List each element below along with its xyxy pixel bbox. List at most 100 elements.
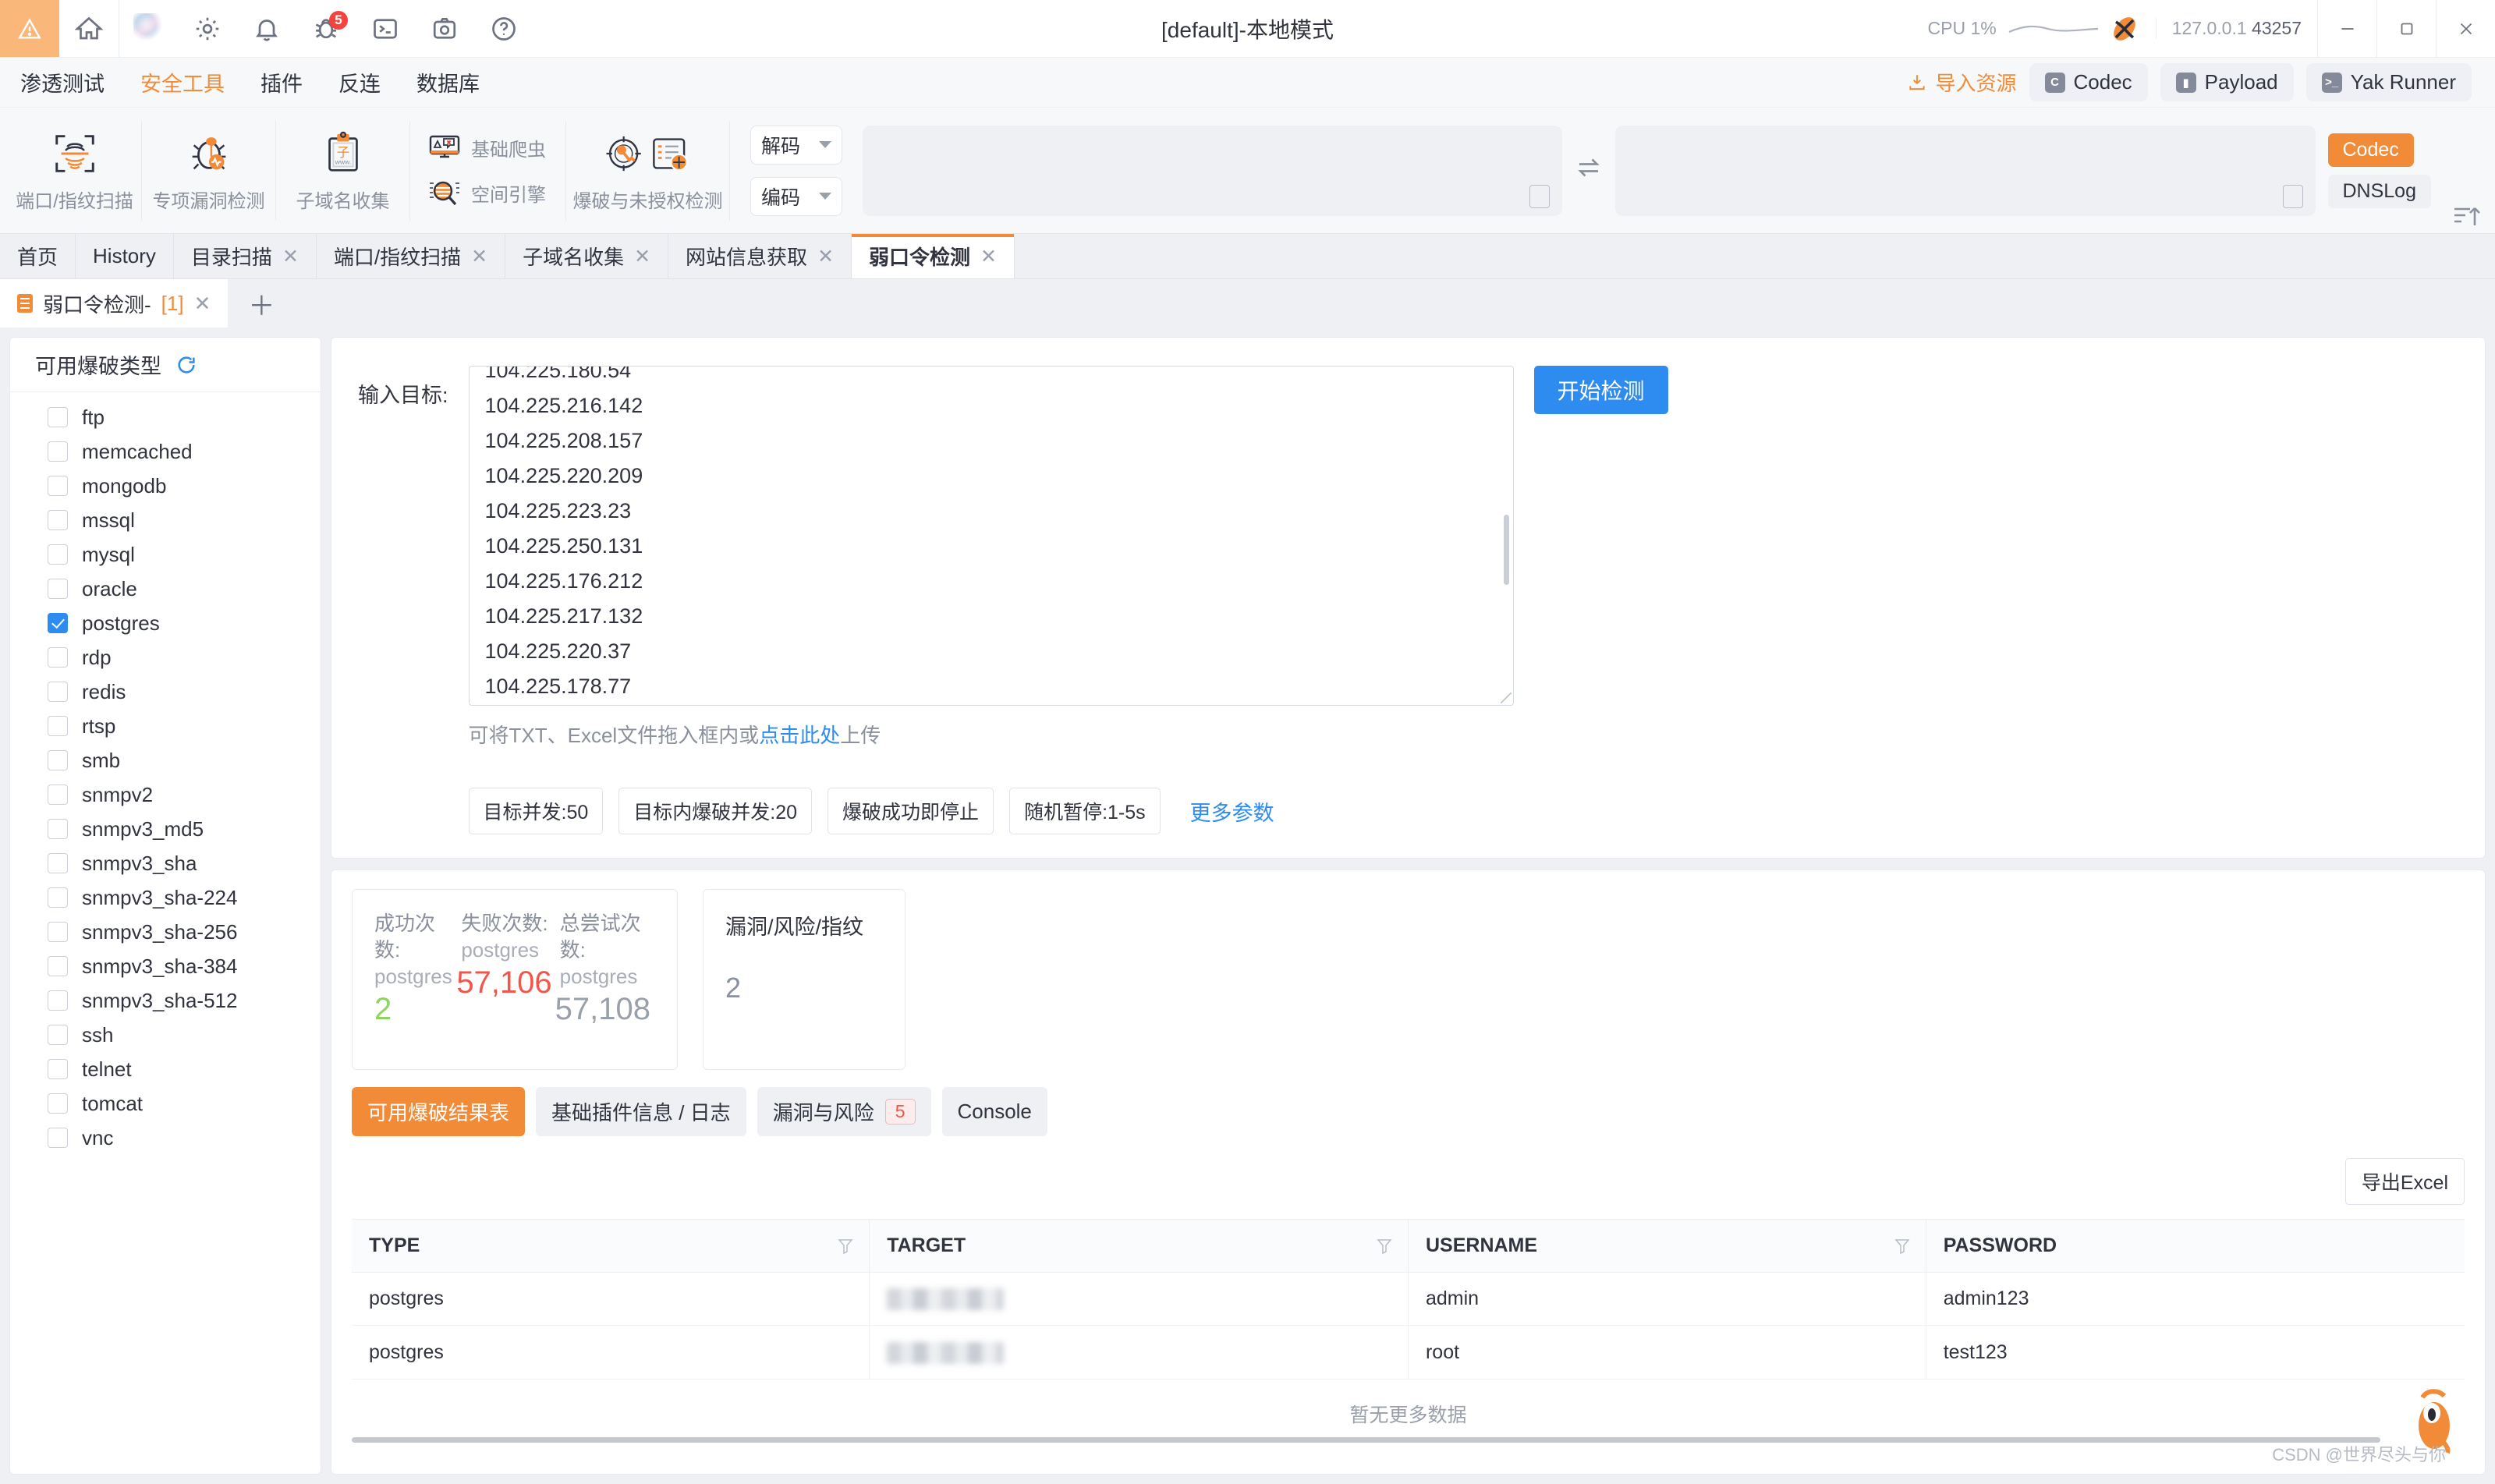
close-icon[interactable]: ✕ — [471, 245, 487, 268]
checkbox-telnet[interactable] — [48, 1059, 68, 1079]
import-resource-button[interactable]: 导入资源 — [1907, 68, 2017, 97]
brute-type-item[interactable]: snmpv3_sha-256 — [48, 915, 321, 949]
checkbox-snmpv3_sha-224[interactable] — [48, 887, 68, 908]
tool-space-engine[interactable]: 空间引擎 — [427, 176, 565, 211]
brute-type-item[interactable]: rtsp — [48, 709, 321, 743]
help-icon[interactable] — [474, 0, 533, 57]
column-header-password[interactable]: PASSWORD — [1926, 1219, 2465, 1273]
checkbox-ftp[interactable] — [48, 407, 68, 427]
refresh-icon[interactable] — [175, 354, 197, 376]
filter-icon[interactable] — [1894, 1238, 1910, 1255]
bug-icon[interactable]: 5 — [296, 0, 356, 57]
upload-link[interactable]: 点击此处 — [759, 724, 840, 747]
checkbox-rtsp[interactable] — [48, 716, 68, 736]
checkbox-snmpv3_sha-256[interactable] — [48, 922, 68, 942]
tab-history[interactable]: History — [76, 234, 174, 278]
param-target-concurrency[interactable]: 目标并发:50 — [468, 788, 604, 834]
home-icon[interactable] — [59, 0, 119, 57]
close-icon[interactable]: ✕ — [194, 292, 211, 316]
brute-type-item[interactable]: snmpv3_sha-224 — [48, 880, 321, 915]
menu-item-reverse[interactable]: 反连 — [338, 67, 381, 97]
result-tab-console[interactable]: Console — [941, 1087, 1047, 1136]
swap-icon[interactable] — [1575, 154, 1603, 187]
brute-type-item[interactable]: ssh — [48, 1018, 321, 1052]
brute-type-item[interactable]: postgres — [48, 606, 321, 640]
codec-input-box[interactable] — [863, 125, 1563, 216]
codec-button[interactable]: C Codec — [2029, 63, 2148, 101]
terminal-icon[interactable] — [356, 0, 415, 57]
checkbox-rdp[interactable] — [48, 647, 68, 668]
checkbox-oracle[interactable] — [48, 579, 68, 599]
brute-type-item[interactable]: ftp — [48, 400, 321, 434]
decode-select[interactable]: 解码 — [750, 125, 842, 165]
close-icon[interactable]: ✕ — [817, 245, 834, 268]
brute-type-item[interactable]: telnet — [48, 1052, 321, 1086]
horizontal-scrollbar[interactable] — [352, 1436, 2380, 1443]
brute-type-item[interactable]: mysql — [48, 537, 321, 572]
checkbox-vnc[interactable] — [48, 1128, 68, 1148]
warning-icon[interactable] — [0, 0, 59, 57]
sort-up-icon[interactable] — [2450, 199, 2484, 233]
brute-type-item[interactable]: mssql — [48, 503, 321, 537]
brute-type-item[interactable]: oracle — [48, 572, 321, 606]
brute-type-item[interactable]: snmpv3_sha-384 — [48, 949, 321, 983]
tab-subdomain-collect[interactable]: 子域名收集 ✕ — [505, 234, 669, 278]
tag-codec[interactable]: Codec — [2327, 133, 2414, 167]
checkbox-mysql[interactable] — [48, 544, 68, 565]
brute-type-item[interactable]: tomcat — [48, 1086, 321, 1121]
avatar-icon[interactable] — [119, 0, 178, 57]
brute-type-item[interactable]: snmpv3_sha-512 — [48, 983, 321, 1018]
checkbox-snmpv3_md5[interactable] — [48, 819, 68, 839]
tab-home[interactable]: 首页 — [0, 234, 76, 278]
subtab-weak-password-1[interactable]: 弱口令检测- [1] ✕ — [0, 279, 229, 328]
textarea-scrollbar[interactable] — [1503, 515, 1509, 585]
column-header-username[interactable]: USERNAME — [1408, 1219, 1926, 1273]
checkbox-snmpv3_sha-384[interactable] — [48, 956, 68, 976]
checkbox-snmpv3_sha[interactable] — [48, 853, 68, 873]
checkbox-tomcat[interactable] — [48, 1093, 68, 1114]
tool-brute-unauth-detect[interactable]: 爆破与未授权检测 — [566, 120, 730, 221]
brute-type-item[interactable]: snmpv2 — [48, 777, 321, 812]
target-input-textarea[interactable]: 104.225.180.54 104.225.216.142 104.225.208… — [468, 366, 1514, 706]
brute-type-item[interactable]: vnc — [48, 1121, 321, 1155]
brute-type-item[interactable]: rdp — [48, 640, 321, 675]
codec-output-box[interactable] — [1615, 125, 2316, 216]
checkbox-mongodb[interactable] — [48, 476, 68, 496]
brute-type-item[interactable]: smb — [48, 743, 321, 777]
menu-item-plugins[interactable]: 插件 — [260, 67, 303, 97]
table-row[interactable]: postgres admin admin123 — [352, 1272, 2465, 1326]
menu-item-security-tools[interactable]: 安全工具 — [140, 67, 225, 97]
param-inner-concurrency[interactable]: 目标内爆破并发:20 — [618, 788, 813, 834]
add-subtab-button[interactable]: ＋ — [228, 279, 295, 328]
brute-type-item[interactable]: snmpv3_sha — [48, 846, 321, 880]
brute-type-item[interactable]: mongodb — [48, 469, 321, 503]
gear-icon[interactable] — [178, 0, 237, 57]
tab-port-fingerprint-scan[interactable]: 端口/指纹扫描 ✕ — [317, 234, 506, 278]
brute-type-item[interactable]: redis — [48, 675, 321, 709]
tab-site-info[interactable]: 网站信息获取 ✕ — [668, 234, 852, 278]
checkbox-mssql[interactable] — [48, 510, 68, 530]
brute-type-item[interactable]: snmpv3_md5 — [48, 812, 321, 846]
checkbox-snmpv3_sha-512[interactable] — [48, 990, 68, 1011]
copy-icon[interactable] — [1529, 184, 1551, 208]
column-header-target[interactable]: TARGET — [869, 1219, 1409, 1273]
param-stop-on-success[interactable]: 爆破成功即停止 — [828, 788, 994, 834]
checkbox-redis[interactable] — [48, 682, 68, 702]
payload-button[interactable]: ▮ Payload — [2160, 63, 2294, 101]
table-row[interactable]: postgres root test123 — [352, 1325, 2465, 1380]
more-params-link[interactable]: 更多参数 — [1190, 796, 1274, 827]
close-icon[interactable]: ✕ — [282, 245, 299, 268]
encode-select[interactable]: 编码 — [750, 176, 842, 216]
tool-port-fingerprint-scan[interactable]: 端口/指纹扫描 — [8, 120, 142, 221]
tool-basic-crawler[interactable]: 基础爬虫 — [427, 131, 565, 165]
maximize-button[interactable] — [2376, 0, 2436, 58]
menu-item-pentest[interactable]: 渗透测试 — [20, 67, 105, 97]
checkbox-ssh[interactable] — [48, 1025, 68, 1045]
export-excel-button[interactable]: 导出Excel — [2344, 1158, 2465, 1205]
brute-type-item[interactable]: memcached — [48, 434, 321, 469]
filter-icon[interactable] — [838, 1238, 853, 1255]
param-random-delay[interactable]: 随机暂停:1-5s — [1009, 788, 1161, 834]
close-icon[interactable]: ✕ — [634, 245, 650, 268]
result-tab-plugin-log[interactable]: 基础插件信息 / 日志 — [536, 1087, 746, 1136]
result-tab-vuln-risk[interactable]: 漏洞与风险 5 — [757, 1087, 931, 1136]
